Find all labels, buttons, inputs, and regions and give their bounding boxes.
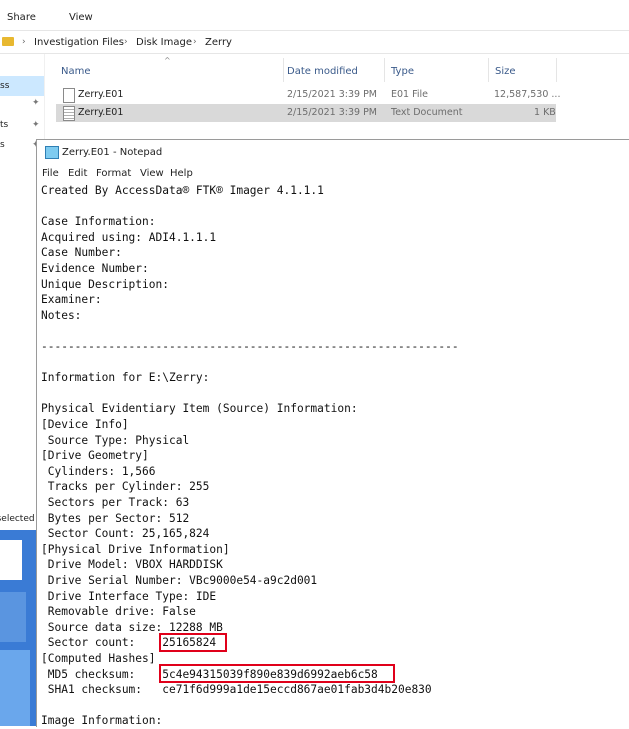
notepad-window: Zerry.E01 - Notepad File Edit Format Vie…: [36, 139, 629, 727]
text-line: Sectors per Track: 63: [41, 496, 190, 509]
text-line: ----------------------------------------…: [41, 340, 459, 353]
chevron-right-icon: ›: [124, 37, 128, 47]
menu-file[interactable]: File: [42, 168, 59, 179]
sort-up-icon: ^: [164, 56, 171, 65]
menu-help[interactable]: Help: [170, 168, 193, 179]
file-name: Zerry.E01: [78, 107, 124, 118]
text-line: SHA1 checksum: ce71f6d999a1de15eccd867ae…: [41, 683, 432, 697]
text-line: Image Information:: [41, 714, 163, 728]
column-divider[interactable]: [384, 58, 385, 82]
desktop-window-shape: [0, 592, 26, 642]
text-line: Acquired using: ADI4.1.1.1: [41, 230, 217, 244]
chevron-right-icon: ›: [22, 37, 26, 47]
pin-icon: ✦: [32, 120, 40, 130]
folder-icon: [2, 37, 14, 46]
ribbon-tab-share[interactable]: Share: [7, 12, 36, 23]
nav-item-2[interactable]: ts: [0, 120, 8, 130]
ribbon: Share View: [0, 0, 629, 31]
desktop-window-shape: [0, 650, 30, 726]
file-type: E01 File: [391, 89, 429, 100]
text-line: Notes:: [41, 308, 82, 322]
file-date: 2/15/2021 3:39 PM: [287, 89, 378, 100]
text-line: Removable drive: False: [41, 605, 196, 619]
breadcrumb-zerry[interactable]: Zerry: [205, 37, 232, 48]
text-line: [Drive Geometry]: [41, 449, 149, 463]
text-line: Sector Count: 25,165,824: [41, 527, 210, 541]
column-header-type[interactable]: Type: [391, 66, 414, 77]
file-type: Text Document: [391, 107, 463, 118]
file-name: Zerry.E01: [78, 89, 124, 100]
text-line: Evidence Number:: [41, 262, 149, 275]
breadcrumb-disk-image[interactable]: Disk Image: [136, 37, 192, 48]
text-line: [Computed Hashes]: [41, 652, 156, 665]
menu-format[interactable]: Format: [96, 168, 131, 179]
text-line: Information for E:\Zerry:: [41, 371, 210, 385]
text-line: Created By AccessData® FTK® Imager 4.1.1…: [41, 184, 324, 197]
text-line: Unique Description:: [41, 277, 169, 291]
text-line: Cylinders: 1,566: [41, 464, 156, 478]
text-line: Case Information:: [41, 215, 156, 229]
status-text: 1 selected: [0, 514, 35, 524]
window-title: Zerry.E01 - Notepad: [62, 147, 163, 158]
desktop-background: [0, 530, 36, 726]
column-header-name[interactable]: Name: [61, 66, 91, 77]
column-header-size[interactable]: Size: [495, 66, 516, 77]
text-line: Tracks per Cylinder: 255: [41, 480, 210, 494]
text-line: Bytes per Sector: 512: [41, 511, 190, 525]
file-row[interactable]: Zerry.E01 2/15/2021 3:39 PM E01 File 12,…: [56, 86, 560, 104]
chevron-right-icon: ›: [193, 37, 197, 47]
text-line: [Device Info]: [41, 418, 129, 431]
file-size: 12,587,530 ...: [494, 89, 561, 100]
file-row-selected[interactable]: Zerry.E01 2/15/2021 3:39 PM Text Documen…: [56, 104, 556, 122]
text-line: Drive Serial Number: VBc9000e54-a9c2d001: [41, 574, 318, 587]
notepad-title-bar[interactable]: Zerry.E01 - Notepad: [37, 140, 629, 164]
menu-view[interactable]: View: [140, 168, 164, 179]
file-date: 2/15/2021 3:39 PM: [287, 107, 378, 118]
column-divider[interactable]: [488, 58, 489, 82]
menu-bar: File Edit Format View Help: [37, 166, 629, 182]
nav-item-3[interactable]: s: [0, 140, 5, 150]
text-line: Source Type: Physical: [41, 433, 190, 447]
text-file-icon: [63, 106, 75, 121]
ribbon-tab-view[interactable]: View: [69, 12, 93, 23]
text-line: Drive Interface Type: IDE: [41, 589, 217, 603]
column-divider[interactable]: [556, 58, 557, 82]
text-line: Drive Model: VBOX HARDDISK: [41, 558, 223, 572]
desktop-window-shape: [0, 540, 22, 580]
menu-edit[interactable]: Edit: [68, 168, 87, 179]
file-size: 1 KB: [534, 107, 556, 118]
md5-highlight-box: [159, 664, 395, 683]
address-bar[interactable]: › Investigation Files › Disk Image › Zer…: [0, 31, 629, 54]
text-line: Examiner:: [41, 293, 102, 307]
text-line: Physical Evidentiary Item (Source) Infor…: [41, 402, 358, 416]
pin-icon: ✦: [32, 98, 40, 108]
notepad-icon: [45, 146, 59, 159]
text-line: [Physical Drive Information]: [41, 542, 230, 556]
breadcrumb-investigation-files[interactable]: Investigation Files: [34, 37, 124, 48]
sector-count-highlight-box: [159, 633, 227, 652]
column-divider[interactable]: [283, 58, 284, 82]
blank-file-icon: [63, 88, 75, 103]
text-line: Case Number:: [41, 246, 122, 260]
column-header-date[interactable]: Date modified: [287, 66, 358, 77]
nav-item-1[interactable]: ss: [0, 81, 9, 91]
